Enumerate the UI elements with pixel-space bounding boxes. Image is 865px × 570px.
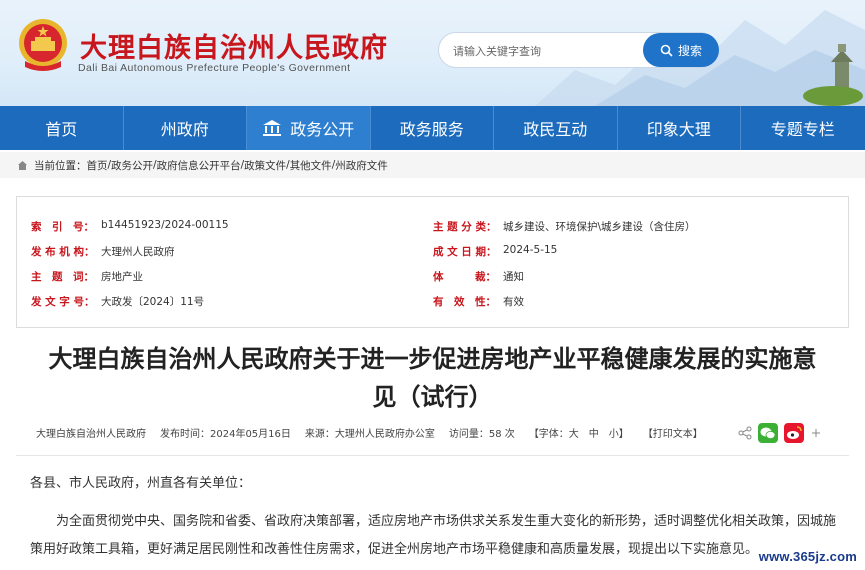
document-metadata-box: 索 引 号： b14451923/2024-00115 主 题 分 类： 城乡建… (16, 196, 849, 328)
article-title-line2: 见（试行） (372, 383, 493, 411)
national-emblem-icon (19, 19, 67, 71)
article-info-bar: 大理白族自治州人民政府 发布时间：2024年05月16日 来源：大理州人民政府办… (36, 425, 717, 440)
meta-date-row: 成 文 日 期： 2024-5-15 (433, 244, 557, 259)
meta-category-label: 主 题 分 类： (433, 221, 497, 233)
breadcrumb-link-policy[interactable]: 政策文件 (244, 158, 286, 173)
meta-index-row: 索 引 号： b14451923/2024-00115 (31, 219, 229, 234)
article-title-line1: 大理白族自治州人民政府关于进一步促进房地产业平稳健康发展的实施意 (48, 345, 817, 373)
meta-keyword-label: 主 题 词： (31, 271, 94, 283)
article-publish-time: 发布时间：2024年05月16日 (160, 429, 291, 440)
weibo-icon[interactable] (784, 423, 804, 443)
meta-publisher-label: 发 布 机 构： (31, 246, 95, 258)
meta-keyword-row: 主 题 词： 房地产业 (31, 269, 143, 284)
site-header: 大理白族自治州人民政府 Dali Bai Autonomous Prefectu… (0, 0, 865, 106)
meta-genre-label: 体 裁： (433, 271, 496, 283)
site-title: 大理白族自治州人民政府 (80, 33, 388, 64)
meta-date-value: 2024-5-15 (503, 244, 558, 256)
meta-docno-row: 发 文 字 号： 大政发〔2024〕11号 (31, 294, 204, 309)
article-visits: 访问量：58 次 (448, 429, 515, 440)
home-icon (18, 160, 27, 170)
nav-item-label: 政务公开 (290, 120, 355, 139)
meta-publisher-value: 大理州人民政府 (101, 246, 175, 258)
meta-date-label: 成 文 日 期： (433, 246, 497, 258)
government-building-icon (263, 120, 282, 136)
breadcrumb-prefix: 当前位置： (34, 159, 87, 172)
wechat-icon[interactable] (758, 423, 778, 443)
nav-item-government-services[interactable]: 政务服务 (371, 106, 494, 150)
share-bar (738, 423, 822, 443)
divider (16, 455, 849, 456)
meta-genre-value: 通知 (503, 271, 524, 283)
meta-validity-label: 有 效 性： (433, 296, 496, 308)
search-button-label: 搜索 (677, 43, 702, 58)
breadcrumb-link-platform[interactable]: 政府信息公开平台 (157, 158, 241, 173)
print-button[interactable]: 【打印文本】 (643, 425, 703, 440)
nav-item-impression-dali[interactable]: 印象大理 (618, 106, 741, 150)
meta-publisher-row: 发 布 机 构： 大理州人民政府 (31, 244, 175, 259)
article-author: 大理白族自治州人民政府 (36, 429, 146, 440)
font-size-control[interactable]: 【字体：大 中 小】 (529, 425, 629, 440)
site-subtitle: Dali Bai Autonomous Prefecture People's … (78, 62, 351, 74)
meta-validity-row: 有 效 性： 有效 (433, 294, 524, 309)
nav-item-label: 政务服务 (399, 120, 464, 139)
article-title: 大理白族自治州人民政府关于进一步促进房地产业平稳健康发展的实施意 见（试行） (0, 340, 865, 416)
meta-index-value: b14451923/2024-00115 (101, 219, 229, 231)
meta-validity-value: 有效 (503, 296, 524, 308)
nav-item-label: 印象大理 (646, 120, 711, 139)
meta-index-label: 索 引 号： (31, 221, 94, 233)
nav-item-interaction[interactable]: 政民互动 (494, 106, 618, 150)
main-nav: 首页 州政府 政务公开 政务服务 政民互动 印象大理 专题专栏 (0, 106, 865, 150)
nav-item-label: 专题专栏 (770, 120, 835, 139)
breadcrumb-link-other[interactable]: 其他文件 (290, 158, 332, 173)
share-icon[interactable] (738, 426, 752, 440)
meta-category-value: 城乡建设、环境保护\城乡建设（含住房） (503, 221, 696, 233)
meta-docno-label: 发 文 字 号： (31, 296, 95, 308)
breadcrumb-link-prefecture-docs[interactable]: 州政府文件 (335, 158, 388, 173)
article-source: 来源：大理州人民政府办公室 (304, 429, 435, 440)
nav-item-special-topics[interactable]: 专题专栏 (741, 106, 865, 150)
search-icon (660, 44, 673, 57)
meta-genre-row: 体 裁： 通知 (433, 269, 524, 284)
watermark: www.365jz.com (756, 549, 859, 564)
breadcrumb: 当前位置： 首页 / 政务公开 / 政府信息公开平台 / 政策文件 / 其他文件… (0, 152, 865, 178)
search-box: 搜索 (438, 32, 719, 68)
breadcrumb-link-affairs[interactable]: 政务公开 (111, 158, 153, 173)
nav-item-label: 首页 (45, 120, 78, 139)
more-share-icon[interactable] (810, 427, 822, 439)
article-body: 各县、市人民政府，州直各有关单位： 为全面贯彻党中央、国务院和省委、省政府决策部… (30, 470, 840, 564)
nav-item-prefecture-government[interactable]: 州政府 (124, 106, 247, 150)
search-button[interactable]: 搜索 (643, 33, 719, 67)
nav-item-government-affairs-open[interactable]: 政务公开 (247, 106, 371, 150)
breadcrumb-link-home[interactable]: 首页 (87, 158, 108, 173)
article-paragraph: 为全面贯彻党中央、国务院和省委、省政府决策部署，适应房地产市场供求关系发生重大变… (30, 514, 837, 557)
nav-item-home[interactable]: 首页 (0, 106, 124, 150)
meta-category-row: 主 题 分 类： 城乡建设、环境保护\城乡建设（含住房） (433, 219, 696, 234)
meta-keyword-value: 房地产业 (101, 271, 143, 283)
meta-docno-value: 大政发〔2024〕11号 (101, 296, 205, 308)
search-input[interactable] (453, 42, 633, 60)
nav-item-label: 政民互动 (523, 120, 588, 139)
nav-item-label: 州政府 (160, 120, 209, 139)
article-salutation: 各县、市人民政府，州直各有关单位： (30, 476, 252, 491)
